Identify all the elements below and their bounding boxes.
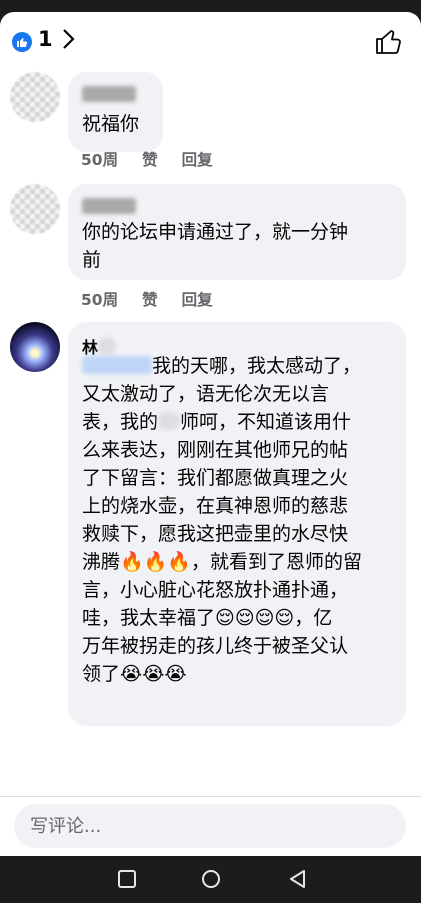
- reply-button[interactable]: 回复: [182, 151, 213, 169]
- reply-button[interactable]: 回复: [182, 291, 213, 309]
- fire-emoji: 🔥🔥🔥: [120, 551, 191, 573]
- like-reaction-icon[interactable]: [12, 32, 32, 52]
- status-bar: [0, 0, 421, 12]
- like-button[interactable]: 赞: [142, 151, 158, 169]
- comment-bubble: 祝福你: [68, 72, 163, 152]
- like-button[interactable]: 赞: [142, 291, 158, 309]
- comment-actions: 50周 赞 回复: [81, 288, 237, 310]
- relieved-face-emoji: 😌😌😌😌: [215, 607, 295, 629]
- comment-text: 前: [82, 249, 102, 271]
- crying-face-emoji: 😭😭😭: [120, 663, 187, 685]
- thumbs-up-icon[interactable]: [374, 26, 404, 56]
- comment-bubble: 林 我的天哪，我太感动了， 又太激动了，语无伦次无以言 表，我的 师呵，不知道该用…: [68, 322, 406, 726]
- redacted-text: [158, 412, 181, 430]
- system-nav-bar: [0, 856, 421, 903]
- redacted-author-name[interactable]: [82, 198, 136, 214]
- comment-input[interactable]: [14, 804, 390, 848]
- avatar[interactable]: [10, 322, 60, 372]
- comment-text: 祝福你: [82, 113, 140, 135]
- avatar[interactable]: [10, 184, 60, 234]
- avatar[interactable]: [10, 72, 60, 122]
- reaction-count[interactable]: 1: [38, 27, 53, 51]
- redacted-mention: [82, 356, 152, 374]
- comment-age: 50周: [81, 151, 119, 169]
- divider: [0, 796, 421, 797]
- comment-text: 你的论坛申请通过了，就一分钟: [82, 221, 349, 243]
- chevron-right-icon[interactable]: [60, 25, 78, 59]
- square-recents-icon[interactable]: [112, 866, 142, 892]
- comment-bubble: 你的论坛申请通过了，就一分钟 前: [68, 184, 406, 280]
- circle-home-icon[interactable]: [196, 866, 226, 892]
- reactions-header: 1: [0, 12, 421, 68]
- comment-actions: 50周 赞 回复: [81, 148, 237, 170]
- redacted-author-name[interactable]: [82, 86, 136, 102]
- comment-composer[interactable]: [14, 804, 406, 848]
- comments-sheet: 1 祝福你 50周赞回复 你的论坛申请通过了，就一分钟 前 50周赞回复 林 我…: [0, 12, 421, 856]
- comment-text: 我的天哪，我太感动了， 又太激动了，语无伦次无以言 表，我的 师呵，不知道该用什 …: [82, 355, 363, 685]
- triangle-back-icon[interactable]: [282, 866, 312, 892]
- comment-age: 50周: [81, 291, 119, 309]
